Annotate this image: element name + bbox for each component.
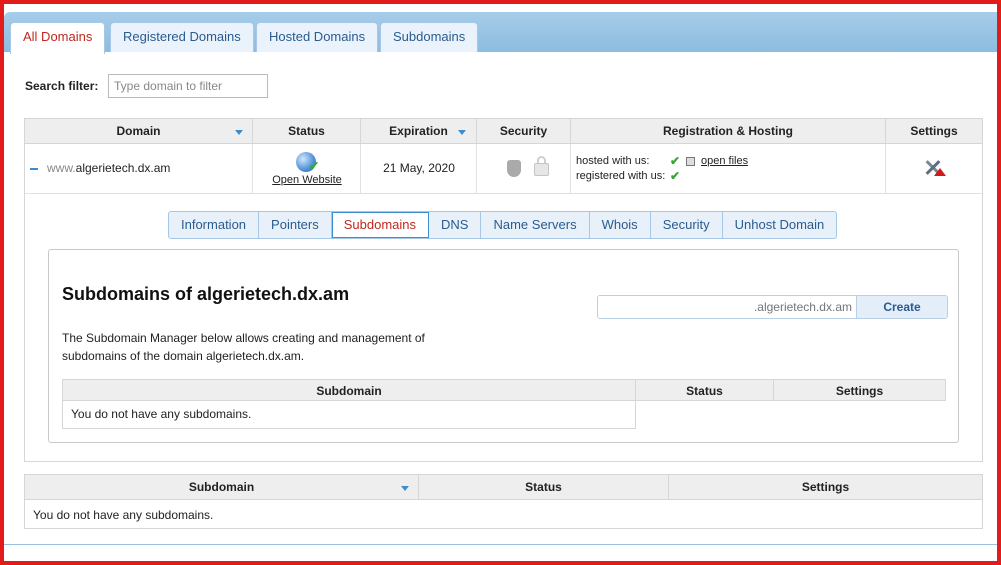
subtab-security[interactable]: Security [651,212,723,238]
empty-message: You do not have any subdomains. [33,508,214,522]
column-header-subdomain: Subdomain [62,379,636,401]
empty-message: You do not have any subdomains. [62,401,636,429]
settings-cell [886,144,982,194]
file-icon [686,157,695,166]
tab-registered-domains[interactable]: Registered Domains [110,22,254,52]
search-filter-label: Search filter: [25,79,99,93]
tab-subdomains[interactable]: Subdomains [380,22,479,52]
check-icon: ✔ [309,159,320,173]
subtab-information[interactable]: Information [169,212,260,238]
subtab-pointers[interactable]: Pointers [259,212,332,238]
column-header-expiration[interactable]: Expiration [361,119,477,144]
shield-icon[interactable] [507,160,521,177]
expiration-date: 21 May, 2020 [383,161,455,175]
column-header-settings: Settings [910,124,958,138]
lock-icon[interactable] [534,163,549,176]
search-filter-input[interactable] [108,74,268,98]
status-cell: ✔ Open Website [253,144,361,194]
domain-cell: www.algerietech.dx.am [25,144,253,194]
subdomains-table: Subdomain Status Settings You do not hav… [24,474,983,529]
domains-table-header: Domain Status Expiration Security Regist… [25,119,982,144]
domain-detail-tabs: Information Pointers Subdomains DNS Name… [168,211,838,239]
tab-hosted-domains[interactable]: Hosted Domains [256,22,379,52]
domain-tab-strip: All Domains Registered Domains Hosted Do… [4,12,997,54]
check-icon: ✔ [670,154,681,168]
sort-caret-icon[interactable] [235,130,243,135]
expiration-cell: 21 May, 2020 [361,144,477,194]
open-website-link[interactable]: Open Website [253,174,361,186]
column-header-registration-hosting: Registration & Hosting [571,119,886,144]
domain-name[interactable]: www.algerietech.dx.am [47,161,170,175]
subdomains-inner-table: Subdomain Status Settings You do not hav… [62,379,946,429]
create-subdomain-form: Create [597,295,948,319]
subdomain-input[interactable] [598,296,857,318]
column-header-settings: Settings [669,475,982,500]
create-button[interactable]: Create [857,296,947,318]
hosted-label: hosted with us: [576,155,650,167]
sort-caret-icon[interactable] [401,486,409,491]
open-files-link[interactable]: open files [701,155,748,167]
subtab-unhost-domain[interactable]: Unhost Domain [723,212,837,238]
column-header-status: Status [636,379,774,401]
check-icon: ✔ [670,169,681,183]
subtab-name-servers[interactable]: Name Servers [481,212,590,238]
registration-hosting-cell: hosted with us: ✔ open files registered … [571,144,886,194]
column-header-settings: Settings [774,379,946,401]
subdomains-panel: Subdomains of algerietech.dx.am The Subd… [48,249,959,443]
tools-icon[interactable] [922,156,946,178]
column-header-security: Security [477,119,571,144]
domain-row: www.algerietech.dx.am ✔ Open Website 21 … [25,144,982,194]
column-header-status: Status [419,475,669,500]
subtab-subdomains[interactable]: Subdomains [331,212,430,238]
column-header-status: Status [253,119,361,144]
divider [4,544,997,545]
collapse-icon[interactable] [30,168,38,170]
security-cell [477,144,571,194]
subtab-dns[interactable]: DNS [429,212,482,238]
tab-all-domains[interactable]: All Domains [10,22,106,54]
column-header-domain[interactable]: Domain [25,119,253,144]
registered-label: registered with us: [576,170,666,182]
panel-title: Subdomains of algerietech.dx.am [62,284,350,304]
sort-caret-icon[interactable] [458,130,466,135]
column-header-subdomain[interactable]: Subdomain [25,475,419,500]
panel-description: The Subdomain Manager below allows creat… [62,331,425,363]
subtab-whois[interactable]: Whois [590,212,651,238]
